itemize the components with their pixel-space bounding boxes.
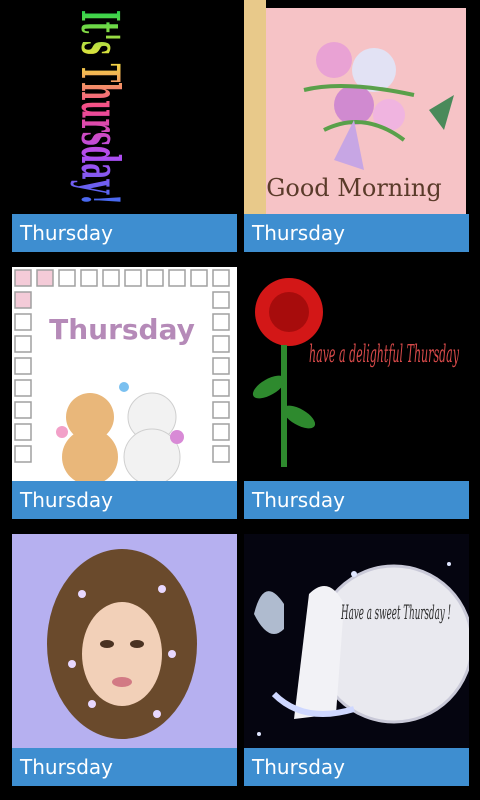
svg-text:Good Morning: Good Morning <box>266 174 442 202</box>
card-caption: Thursday <box>244 748 469 786</box>
gallery-card[interactable]: Have a sweet Thursday ! Thursday <box>244 534 469 786</box>
gallery-card[interactable]: Thursday Thursday <box>12 267 237 519</box>
portrait-icon <box>47 549 197 739</box>
gallery-card[interactable]: It's Thursday! Thursday <box>12 0 237 252</box>
rose-greeting-text: have a delightful Thursday <box>309 340 459 368</box>
card-image[interactable]: Thursday <box>12 267 237 481</box>
card-caption: Thursday <box>244 481 469 519</box>
rose-icon <box>252 278 323 467</box>
card-caption: Thursday <box>244 214 469 252</box>
card-image[interactable]: Have a sweet Thursday ! <box>244 534 469 748</box>
card-caption: Thursday <box>12 214 237 252</box>
card-image[interactable]: have a delightful Thursday <box>244 267 469 481</box>
card-image[interactable] <box>12 534 237 748</box>
thursday-bears-graphic: Thursday <box>14 269 230 481</box>
good-morning-flowers-graphic: Good Morning <box>244 0 466 214</box>
its-thursday-graphic: It's Thursday! <box>69 10 130 205</box>
gallery-card[interactable]: Thursday <box>12 534 237 786</box>
gallery-card[interactable]: have a delightful Thursday Thursday <box>244 267 469 519</box>
delightful-thursday-rose-graphic: have a delightful Thursday <box>252 278 459 467</box>
svg-text:It's Thursday!: It's Thursday! <box>69 10 130 205</box>
sweet-thursday-moon-graphic: Have a sweet Thursday ! <box>244 534 469 748</box>
teddy-bears-icon <box>56 382 184 481</box>
svg-text:Thursday: Thursday <box>49 313 195 346</box>
card-grid: It's Thursday! Thursday Good Morning Thu… <box>0 0 480 800</box>
moon-greeting-text: Have a sweet Thursday ! <box>341 600 451 624</box>
fairy-portrait-graphic <box>12 534 237 748</box>
card-image[interactable]: Good Morning <box>244 0 469 214</box>
gallery-card[interactable]: Good Morning Thursday <box>244 0 469 252</box>
card-image[interactable]: It's Thursday! <box>12 0 237 214</box>
card-caption: Thursday <box>12 748 237 786</box>
card-caption: Thursday <box>12 481 237 519</box>
